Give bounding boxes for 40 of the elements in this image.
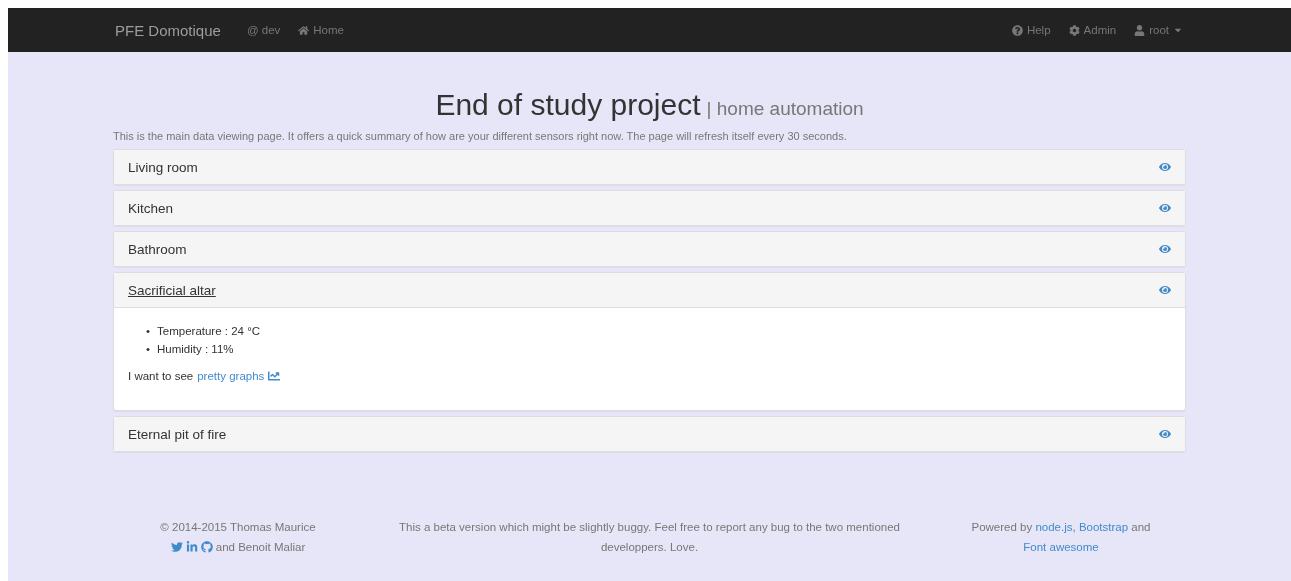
user-menu[interactable]: root [1134,24,1183,36]
graphs-text: I want to see [128,370,194,382]
nav-link[interactable]: Home [298,24,344,36]
footer-link[interactable]: Bootstrap [1078,521,1129,533]
sensor-reading: Humidity : 11% [157,342,234,357]
beta-note: This a beta version which might be slightly buggy. Feel free to report any bug to the two mentioned developpers. Love. [398,520,901,555]
footer-link[interactable]: Font awesome [1023,541,1099,553]
graphs-link[interactable]: pretty graphs [197,370,265,382]
nav-link[interactable]: Admin [1068,24,1117,36]
bullet: • [146,324,151,339]
settings-icon [1068,24,1080,36]
twitter-icon[interactable] [170,541,183,553]
line-chart-icon[interactable] [268,370,281,382]
eye-icon[interactable] [1159,428,1171,440]
bullet: • [146,342,151,357]
room-toggle[interactable]: Eternal pit of fire [128,426,227,442]
powered-by-text: Powered by node.js, Bootstrap and Font awesome [970,520,1152,555]
page-description: This is the main data viewing page. It offers a quick summary of how are your different sensors right now. The page will refresh itself every 30 seconds. [113,130,848,142]
eye-icon[interactable] [1159,202,1171,214]
page-subtitle: | home automation [706,98,864,120]
github-icon[interactable] [200,541,213,553]
room-toggle[interactable]: Sacrificial altar [128,282,216,298]
linkedin-icon[interactable] [185,541,198,553]
eye-icon[interactable] [1159,161,1171,173]
nav-link[interactable]: Help [1011,24,1051,36]
room-toggle[interactable]: Living room [128,159,198,175]
eye-icon[interactable] [1159,243,1171,255]
brand-link[interactable]: PFE Domotique [115,21,221,39]
eye-icon[interactable] [1159,284,1171,296]
copyright-text: © 2014-2015 Thomas Maurice [160,520,316,535]
room-toggle[interactable]: Kitchen [128,200,174,216]
room-toggle[interactable]: Bathroom [128,241,187,257]
footer-link[interactable]: node.js [1035,521,1073,533]
nav-link[interactable]: @ dev [246,24,281,36]
page-title: End of study project [435,88,701,122]
help-icon [1011,24,1023,36]
home-icon [298,24,310,36]
credit-text: and Benoit Maliar [215,540,306,555]
sensor-reading: Temperature : 24 °C [157,324,261,339]
user-icon [1134,24,1146,36]
